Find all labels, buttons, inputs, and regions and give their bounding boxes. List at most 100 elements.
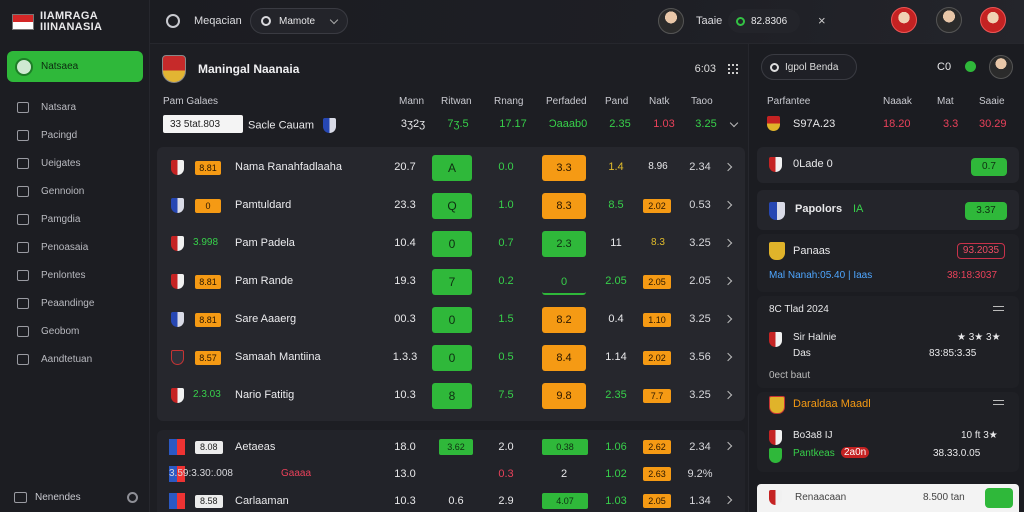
table-row[interactable]: 8.58 Carlaaman 10.3 0.6 2.9 4.07 1.03 2.05 1.34 [157,487,745,512]
odds-button[interactable]: 0 [542,269,586,295]
balance-pill[interactable]: 82.8306 [728,9,800,33]
odds-button[interactable]: 0.38 [542,439,588,455]
table-row[interactable]: 2.3.03 Nario Fatitig 10.3 8 7.5 9.8 2.35 7.7 3.2… [157,377,745,415]
sidebar-item-8[interactable]: Geobom [17,317,94,345]
odds-button[interactable]: Q [432,193,472,219]
odds-button[interactable]: 8.4 [542,345,586,371]
odds-value: 0.6 [448,495,464,507]
chart-icon [17,241,29,253]
match-number: 10.3 [394,495,416,507]
chevron-right-icon[interactable] [723,495,733,505]
user-label[interactable]: Taaie [696,15,722,27]
table-row[interactable]: 0 Pamtuldard 23.3 Q 1.0 8.3 8.5 2.02 0.53 [157,187,745,225]
gear-icon[interactable] [965,61,976,72]
chevron-right-icon[interactable] [723,276,733,286]
odds-table: 8.81 Nama Ranahfadlaaha 20.7 A 0.0 3.3 1.4 8.96… [157,147,745,421]
refresh-icon[interactable] [166,14,180,28]
odds-pill[interactable]: 3.37 [965,202,1007,220]
chevron-right-icon[interactable] [723,441,733,451]
chevron-right-icon[interactable] [723,352,733,362]
balance-value: 82.8306 [751,15,788,27]
right-search[interactable]: Igpol Benda [761,54,857,80]
team-name: Das [793,348,811,359]
right-card[interactable]: Papolors IA 3.37 [757,190,1019,230]
reference-row[interactable]: 33 5tat.803 Sacle Cauam 3ʒ2ʒ 7ʒ.5 17.17 … [163,114,743,136]
sidebar-item-4[interactable]: Pamgdia [17,205,94,233]
sidebar-footer[interactable]: Nenendes [14,492,138,503]
avatar[interactable] [658,8,684,34]
odds-button[interactable]: 8 [432,383,472,409]
right-card[interactable]: Daraldaa Maadl Bo3a8 IJ 10 ft 3★ Pantkea… [757,392,1019,472]
sidebar-item-1[interactable]: Pacingd [17,121,94,149]
sidebar-item-label: Peaandinge [41,297,95,309]
table-row[interactable]: 8.81 Nama Ranahfadlaaha 20.7 A 0.0 3.3 1.4 8.96… [157,149,745,187]
chevron-right-icon[interactable] [723,390,733,400]
chevron-down-icon[interactable] [729,118,739,128]
right-card[interactable]: 0Lade 0 0.7 [757,147,1019,183]
odds-button[interactable]: 9.8 [542,383,586,409]
sidebar-item-7[interactable]: Peaandinge [17,289,94,317]
team-name: Carlaaman [235,495,289,507]
sidebar-item-active[interactable]: Natsaea [7,51,143,82]
table-row[interactable]: 8.57 Samaah Mantiina 1.3.3 0 0.5 8.4 1.14 2.02 3… [157,339,745,377]
team-name: Nama Ranahfadlaaha [235,161,343,173]
confirm-button[interactable] [985,488,1013,508]
odds-value: 2.05 [605,275,627,287]
table-row[interactable]: 8.81 Pam Rande 19.3 7 0.2 0 2.05 2.05 2.05 [157,263,745,301]
odds-button[interactable]: 8.3 [542,193,586,219]
chevron-right-icon[interactable] [723,162,733,172]
chevron-right-icon[interactable] [723,238,733,248]
club-crest-icon [171,350,184,365]
sidebar-item-0[interactable]: Natsara [17,93,94,121]
row-badge: 3.59:3.30:.008 [169,468,233,479]
brand-logo[interactable]: IIAMRAGA IIINANASIA [12,8,140,36]
odds-button[interactable]: 4.07 [542,493,588,509]
odds-button[interactable]: 3.3 [542,155,586,181]
chevron-right-icon[interactable] [723,200,733,210]
odds-pill[interactable]: 0.7 [971,158,1007,176]
odds-value: 3.25 [689,389,711,401]
gear-icon[interactable] [127,492,138,503]
odds-button[interactable]: A [432,155,472,181]
expand-icon[interactable] [728,64,738,74]
odds-button[interactable]: 0 [432,307,472,333]
odds-button[interactable]: 0 [432,345,472,371]
bet-slip-bar[interactable]: Renaacaan 8.500 tan [757,484,1019,512]
row-badge: 0 [195,199,221,213]
club-crest-icon [769,242,785,260]
chevron-right-icon[interactable] [723,314,733,324]
right-top-row[interactable]: S97A.23 18.20 3.3 30.29 [767,116,1017,134]
table-row[interactable]: 3.59:3.30:.008 Gaaaa 13.0 0.3 2 1.02 2.63 9.2% [157,460,745,486]
column-header: Rnang [494,96,524,107]
top-nav-label[interactable]: Meqacian [194,15,242,27]
avatar[interactable] [891,7,917,33]
club-crest-icon [769,430,782,445]
right-card[interactable]: Panaas 93.2035 Mal Nanah:05.40 | Iaas 38… [757,234,1019,292]
table-row[interactable]: 8.08 Aetaeas 18.0 3.62 2.0 0.38 1.06 2.62 2.34 [157,433,745,459]
sidebar-item-label: Aandtetuan [41,353,93,365]
team-name: Pam Rande [235,275,294,287]
avatar[interactable] [980,7,1006,33]
table-row[interactable]: 3.998 Pam Padela 10.4 0 0.7 2.3 11 8.3 3.25 [157,225,745,263]
close-icon[interactable]: × [818,13,826,28]
sidebar-item-3[interactable]: Gennoion [17,177,94,205]
sidebar-item-5[interactable]: Penoasaia [17,233,94,261]
menu-icon[interactable] [993,400,1004,405]
odds-button[interactable]: 8.2 [542,307,586,333]
sidebar-item-6[interactable]: Penlontes [17,261,94,289]
avatar[interactable] [989,55,1013,79]
avatar[interactable] [936,7,962,33]
odds-button[interactable]: 0 [432,231,472,257]
odds-pill[interactable]: 93.2035 [957,243,1005,259]
top-search[interactable]: Mamote [250,8,348,34]
table-row[interactable]: 8.81 Sare Aaaerg 00.3 0 1.5 8.2 0.4 1.10 3.25 [157,301,745,339]
odds-tag: 7.7 [643,389,671,403]
menu-icon[interactable] [993,306,1004,311]
odds-button[interactable]: 2.3 [542,231,586,257]
odds-button[interactable]: 3.62 [439,439,473,455]
sidebar-item-9[interactable]: Aandtetuan [17,345,94,373]
team-name: Pantkeas [793,448,835,459]
sidebar-item-2[interactable]: Ueigates [17,149,94,177]
odds-button[interactable]: 7 [432,269,472,295]
right-card[interactable]: 8C Tlad 2024 Sir Halnie ★ 3★ 3★ Das 83:8… [757,296,1019,388]
